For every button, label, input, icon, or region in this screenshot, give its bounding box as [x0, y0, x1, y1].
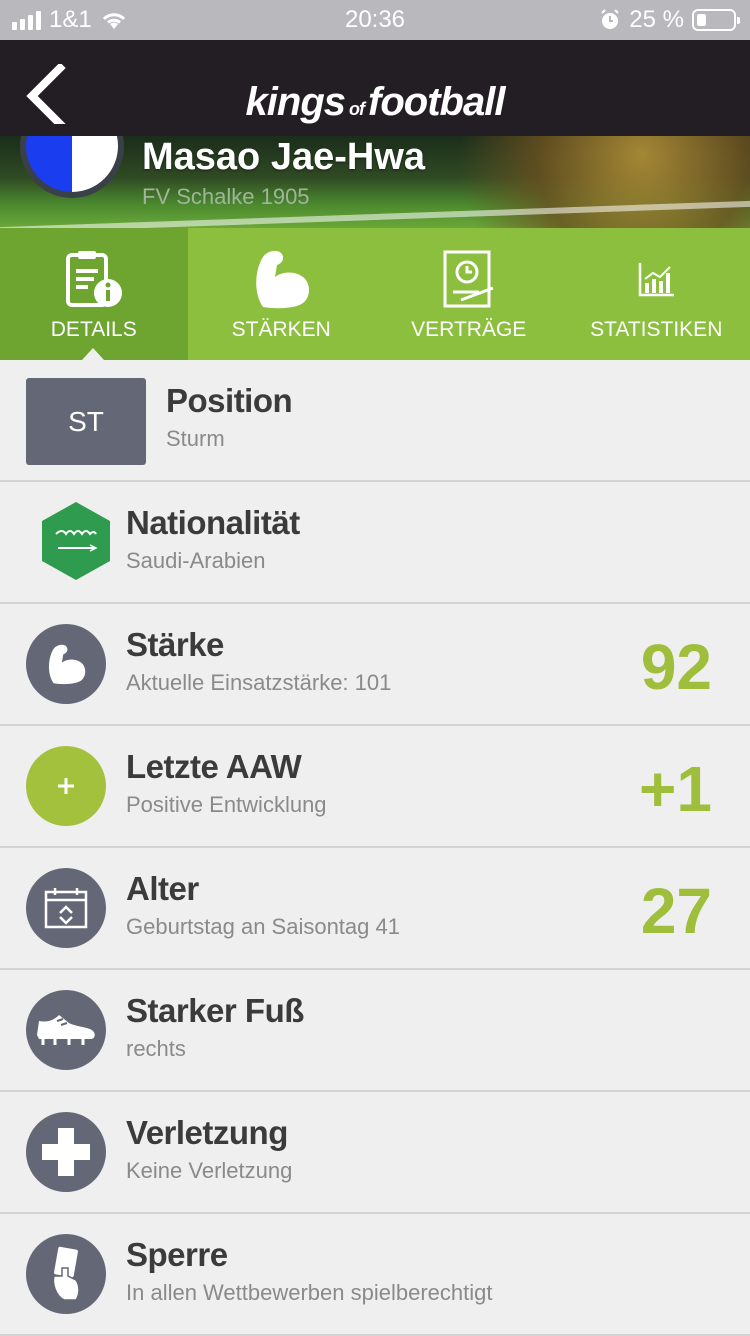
app-logo: kingsoffootball	[0, 80, 750, 125]
item-subtitle: Saudi-Arabien	[126, 548, 265, 574]
logo-of: of	[349, 99, 364, 119]
item-title: Nationalität	[126, 504, 300, 542]
aaw-value: +1	[639, 752, 712, 826]
item-title: Stärke	[126, 626, 224, 664]
bar-chart-icon	[636, 259, 676, 299]
list-item-strong-foot: Starker Fuß rechts	[0, 970, 750, 1092]
item-title: Letzte AAW	[126, 748, 301, 786]
list-item-strength: Stärke Aktuelle Einsatzstärke: 101 92	[0, 604, 750, 726]
alarm-icon	[599, 9, 621, 31]
list-item-position: ST Position Sturm	[0, 360, 750, 482]
tab-label: STÄRKEN	[232, 318, 331, 342]
contract-clock-icon	[439, 248, 499, 310]
biceps-icon	[249, 247, 313, 311]
list-item-nationality: Nationalität Saudi-Arabien	[0, 482, 750, 604]
battery-icon	[692, 9, 736, 31]
biceps-icon	[26, 624, 106, 704]
list-item-age: Alter Geburtstag an Saisontag 41 27	[0, 848, 750, 970]
app-header: kingsoffootball	[0, 40, 750, 136]
item-subtitle: Geburtstag an Saisontag 41	[126, 914, 400, 940]
details-list: ST Position Sturm Nationalität Saudi-Ara…	[0, 360, 750, 1336]
tab-staerken[interactable]: STÄRKEN	[188, 228, 376, 360]
item-subtitle: rechts	[126, 1036, 186, 1062]
item-subtitle: In allen Wettbewerben spielberechtigt	[126, 1280, 492, 1306]
plus-icon	[26, 746, 106, 826]
item-title: Verletzung	[126, 1114, 288, 1152]
tab-label: STATISTIKEN	[590, 318, 722, 342]
tab-label: DETAILS	[51, 318, 137, 342]
tab-statistiken[interactable]: STATISTIKEN	[563, 228, 750, 360]
battery-percent: 25 %	[629, 6, 684, 34]
player-header: Masao Jae-Hwa FV Schalke 1905	[0, 136, 750, 228]
logo-football: football	[368, 80, 504, 124]
item-subtitle: Keine Verletzung	[126, 1158, 292, 1184]
item-title: Alter	[126, 870, 199, 908]
tab-details[interactable]: DETAILS	[0, 228, 188, 360]
logo-kings: kings	[246, 80, 345, 124]
player-name: Masao Jae-Hwa	[142, 136, 425, 179]
item-title: Starker Fuß	[126, 992, 304, 1030]
item-title: Sperre	[126, 1236, 228, 1274]
tab-bar: DETAILS STÄRKEN VERTRÄGE	[0, 228, 750, 360]
cross-icon	[26, 1112, 106, 1192]
shoe-icon	[26, 990, 106, 1070]
position-badge: ST	[26, 378, 146, 465]
card-hand-icon	[26, 1234, 106, 1314]
list-item-last-aaw: Letzte AAW Positive Entwicklung +1	[0, 726, 750, 848]
status-bar: 1&1 20:36 25 %	[0, 0, 750, 40]
calendar-icon	[26, 868, 106, 948]
tab-vertraege[interactable]: VERTRÄGE	[375, 228, 563, 360]
list-item-suspension: Sperre In allen Wettbewerben spielberech…	[0, 1214, 750, 1336]
item-title: Position	[166, 382, 292, 420]
item-subtitle: Sturm	[166, 426, 225, 452]
saudi-flag-icon	[40, 500, 112, 582]
item-subtitle: Aktuelle Einsatzstärke: 101	[126, 670, 391, 696]
tab-label: VERTRÄGE	[411, 318, 526, 342]
club-crest	[20, 136, 124, 198]
strength-value: 92	[641, 630, 712, 704]
age-value: 27	[641, 874, 712, 948]
item-subtitle: Positive Entwicklung	[126, 792, 327, 818]
document-info-icon	[64, 249, 124, 309]
list-item-injury: Verletzung Keine Verletzung	[0, 1092, 750, 1214]
club-name: FV Schalke 1905	[142, 184, 310, 210]
